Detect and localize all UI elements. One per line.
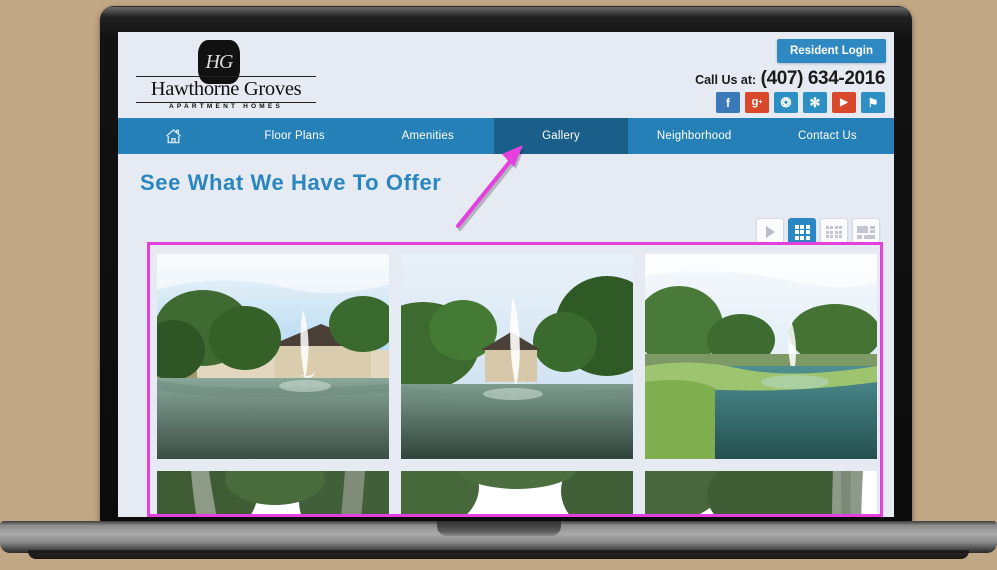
laptop-mockup: HG Hawthorne Groves APARTMENT HOMES Resi… xyxy=(0,0,997,570)
grid-3x3-icon xyxy=(794,224,810,240)
social-links: f g + ❂ ✻ ▶ ⚑ xyxy=(716,92,885,113)
nav-item-home[interactable] xyxy=(118,118,228,154)
phone-number[interactable]: (407) 634-2016 xyxy=(761,68,886,89)
nav-label: Neighborhood xyxy=(656,130,732,142)
masonry-icon xyxy=(857,225,875,239)
gallery-grid xyxy=(157,254,879,514)
gallery-tile-6[interactable] xyxy=(645,471,877,514)
gallery-tile-3[interactable] xyxy=(645,254,877,459)
nav-label: Gallery xyxy=(542,130,580,142)
call-us-label: Call Us at: xyxy=(695,73,757,87)
youtube-icon[interactable]: ▶ xyxy=(832,92,856,113)
content-area: See What We Have To Offer xyxy=(118,154,894,517)
logo-wordmark: Hawthorne Groves xyxy=(136,76,316,103)
laptop-foot xyxy=(28,550,969,559)
yelp-icon[interactable]: ✻ xyxy=(803,92,827,113)
site-header: HG Hawthorne Groves APARTMENT HOMES Resi… xyxy=(118,32,894,118)
play-icon xyxy=(765,226,775,238)
gallery-tile-1[interactable] xyxy=(157,254,389,459)
nav-item-floor-plans[interactable]: Floor Plans xyxy=(228,118,361,154)
grid-4x3-icon xyxy=(825,226,843,238)
browser-viewport: HG Hawthorne Groves APARTMENT HOMES Resi… xyxy=(118,32,894,517)
nav-label: Amenities xyxy=(401,130,454,142)
facebook-icon[interactable]: f xyxy=(716,92,740,113)
nav-item-contact-us[interactable]: Contact Us xyxy=(761,118,894,154)
main-navigation: Floor Plans Amenities Gallery Neighborho… xyxy=(118,118,894,154)
call-us-line: Call Us at: (407) 634-2016 xyxy=(695,68,885,90)
logo-tagline: APARTMENT HOMES xyxy=(169,103,283,110)
page-title: See What We Have To Offer xyxy=(140,170,442,195)
nav-label: Contact Us xyxy=(797,130,857,142)
laptop-base-notch xyxy=(437,521,561,536)
gallery-tile-2[interactable] xyxy=(401,254,633,459)
home-icon xyxy=(164,128,183,145)
nav-item-gallery[interactable]: Gallery xyxy=(494,118,628,154)
nav-item-amenities[interactable]: Amenities xyxy=(361,118,494,154)
gallery-tile-4[interactable] xyxy=(157,471,389,514)
gallery-highlight-frame xyxy=(147,242,883,517)
nav-item-neighborhood[interactable]: Neighborhood xyxy=(628,118,761,154)
resident-login-button[interactable]: Resident Login xyxy=(776,39,886,63)
gallery-tile-5[interactable] xyxy=(401,471,633,514)
google-plus-icon[interactable]: g + xyxy=(745,92,769,113)
twitter-icon[interactable]: ❂ xyxy=(774,92,798,113)
site-logo[interactable]: HG Hawthorne Groves APARTMENT HOMES xyxy=(136,40,316,110)
nav-label: Floor Plans xyxy=(264,130,325,142)
foursquare-icon[interactable]: ⚑ xyxy=(861,92,885,113)
